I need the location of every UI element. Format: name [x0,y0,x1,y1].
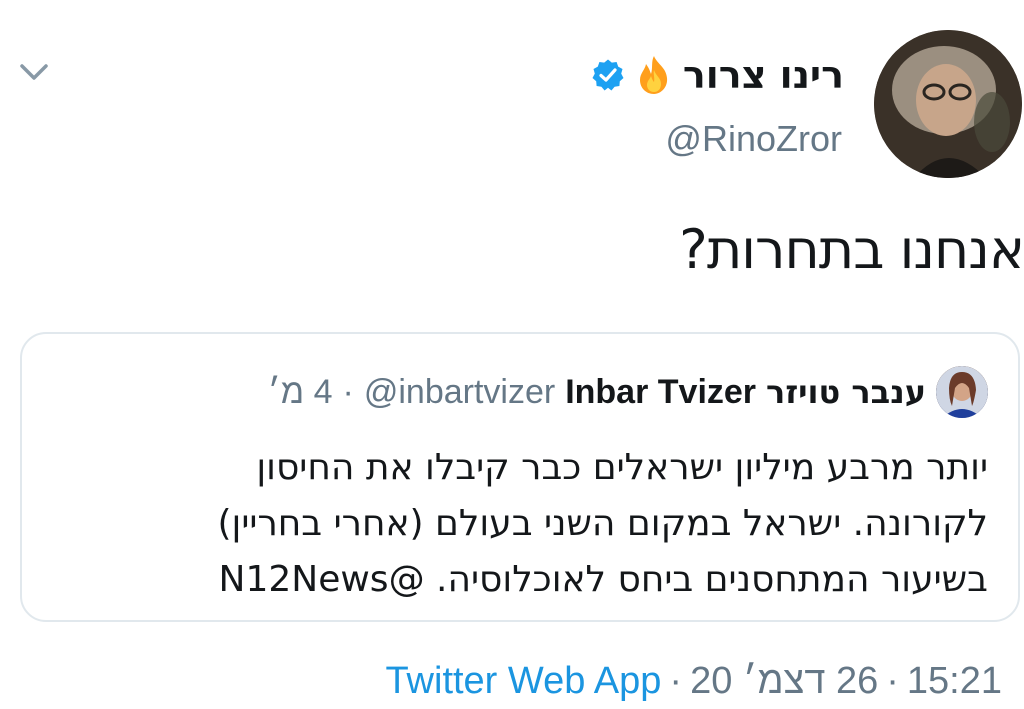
quoted-text-line: בשיעור המתחסנים ביחס לאוכלוסיה. @N12News [218,559,988,600]
separator-dot: · [342,372,354,411]
fire-emoji-icon [639,56,667,94]
quoted-tweet-time: 4 מ׳ [267,372,333,411]
quoted-avatar-image [936,366,988,418]
quoted-tweet-header: ענבר טויזר Inbar Tvizer @inbartvizer · 4… [268,364,988,420]
avatar-image [874,30,1022,178]
author-display-name[interactable]: רינו צרור [591,50,844,100]
quoted-author-name-he: ענבר טויזר [766,373,926,411]
tweet-time[interactable]: 15:21 [907,660,1002,703]
quoted-tweet-card[interactable]: ענבר טויזר Inbar Tvizer @inbartvizer · 4… [20,332,1020,622]
source-app-link[interactable]: Twitter Web App [385,660,661,703]
quoted-author-name-en: Inbar Tvizer [565,372,757,411]
quoted-text-line: לקורונה. ישראל במקום השני בעולם (אחרי בח… [217,503,988,544]
chevron-down-icon [20,64,48,80]
verified-badge-icon [592,59,624,91]
author-handle[interactable]: @RinoZror [665,118,842,160]
quoted-text-line: יותר מרבע מיליון ישראלים כבר קיבלו את הח… [256,447,988,488]
tweet-text: אנחנו בתחרות? [679,218,1024,281]
quoted-author-handle: @inbartvizer [363,372,556,411]
more-options-button[interactable] [18,58,50,86]
author-avatar[interactable] [874,30,1022,178]
tweet-date[interactable]: 26 דצמ׳ 20 [690,660,878,703]
separator-dot: · [669,659,683,702]
quoted-author-avatar[interactable] [936,366,988,418]
tweet-metadata: 15:21 · 26 דצמ׳ 20 · Twitter Web App [385,656,1002,706]
author-name-text: רינו צרור [682,53,844,97]
quoted-tweet-text: יותר מרבע מיליון ישראלים כבר קיבלו את הח… [68,440,988,608]
separator-dot: · [886,659,899,702]
